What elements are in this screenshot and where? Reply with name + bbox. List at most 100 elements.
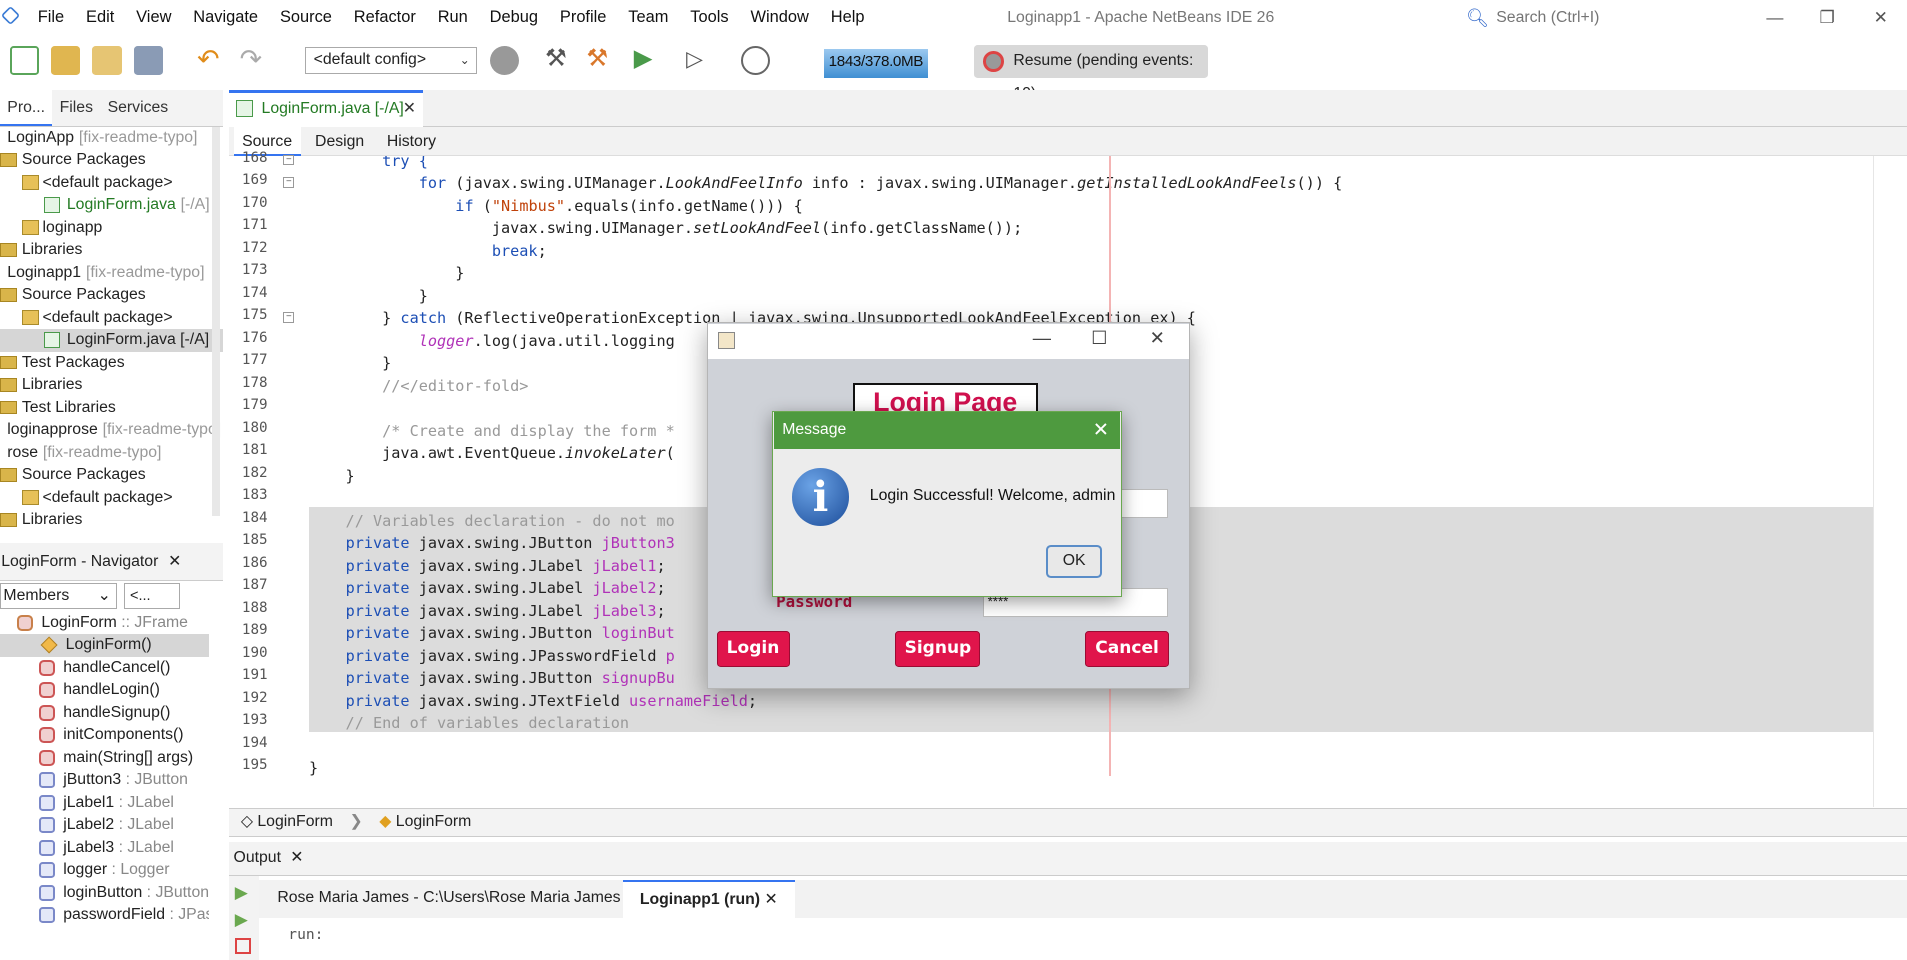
code-line[interactable]: } <box>309 465 355 488</box>
code-line[interactable]: } <box>309 757 318 780</box>
code-line[interactable]: } <box>309 285 428 308</box>
close-icon[interactable]: ✕ <box>1150 327 1165 349</box>
tree-node[interactable]: Test Packages <box>0 352 223 375</box>
search-input[interactable] <box>1491 4 1739 31</box>
menu-item-debug[interactable]: Debug <box>479 8 549 27</box>
code-line[interactable]: logger.log(java.util.logging <box>309 330 675 353</box>
rerun-icon[interactable]: ▶ <box>235 883 253 903</box>
output-tab-terminal[interactable]: Rose Maria James - C:\Users\Rose Maria J… <box>260 880 655 919</box>
menu-item-edit[interactable]: Edit <box>75 8 125 27</box>
clean-build-icon[interactable]: ⚒ <box>586 45 615 75</box>
tree-node[interactable]: Loginapp1 [fix-readme-typo] <box>0 262 223 285</box>
navigator-item[interactable]: initComponents() <box>0 724 209 747</box>
code-line[interactable]: //</editor-fold> <box>309 375 528 398</box>
navigator-item[interactable]: logger : Logger <box>0 859 209 882</box>
menu-item-file[interactable]: File <box>27 8 75 27</box>
navigator-item[interactable]: jButton3 : JButton <box>0 769 209 792</box>
code-line[interactable]: if ("Nimbus".equals(info.getName())) { <box>309 195 803 218</box>
save-all-icon[interactable] <box>133 46 163 76</box>
code-line[interactable]: private javax.swing.JLabel jLabel2; <box>309 577 666 600</box>
tree-node[interactable]: Source Packages <box>0 284 223 307</box>
close-tab-icon[interactable]: ✕ <box>403 93 416 126</box>
tree-node[interactable]: loginapprose [fix-readme-typo] <box>0 419 223 442</box>
menu-item-tools[interactable]: Tools <box>679 8 739 27</box>
navigator-item[interactable]: handleLogin() <box>0 679 209 702</box>
code-line[interactable]: private javax.swing.JPasswordField p <box>309 645 675 668</box>
debug-icon[interactable]: ▷ <box>686 46 715 75</box>
tab-loginform-java[interactable]: LoginForm.java [-/A] ✕ <box>228 90 424 127</box>
output-console[interactable]: run: <box>259 918 1907 960</box>
tree-node[interactable]: <default package> <box>0 307 223 330</box>
run-icon[interactable]: ▶ <box>634 45 663 75</box>
rerun-with-args-icon[interactable]: ▶ <box>235 910 253 930</box>
search-box[interactable]: 🔍︎ <box>1466 4 1739 31</box>
menu-item-run[interactable]: Run <box>427 8 479 27</box>
editor-scrollbar[interactable] <box>1873 155 1907 807</box>
undo-icon[interactable]: ↶ <box>197 46 226 75</box>
fold-icon[interactable]: − <box>283 177 295 188</box>
profile-icon[interactable] <box>740 46 771 76</box>
redo-icon[interactable]: ↷ <box>240 46 269 75</box>
username-field[interactable] <box>1119 489 1168 519</box>
close-icon[interactable]: ✕ <box>1854 0 1907 35</box>
output-tab-run[interactable]: Loginapp1 (run) ✕ <box>622 879 795 919</box>
code-line[interactable]: private javax.swing.JButton signupBu <box>309 667 675 690</box>
tree-node[interactable]: <default package> <box>0 172 223 195</box>
tree-node[interactable]: LoginForm.java [-/A] <box>0 329 223 352</box>
code-line[interactable]: // Variables declaration - do not mo <box>309 510 675 533</box>
navigator-item[interactable]: LoginForm :: JFrame <box>0 612 209 635</box>
code-line[interactable]: private javax.swing.JButton loginBut <box>309 622 675 645</box>
cancel-button[interactable]: Cancel <box>1085 631 1170 667</box>
menu-item-help[interactable]: Help <box>820 8 876 27</box>
code-line[interactable]: private javax.swing.JLabel jLabel3; <box>309 600 666 623</box>
tree-node[interactable]: <default package> <box>0 487 223 510</box>
tree-node[interactable]: Source Packages <box>0 464 223 487</box>
navigator-scope-select[interactable]: <... <box>124 582 181 610</box>
code-line[interactable]: } <box>309 262 464 285</box>
resume-button[interactable]: Resume (pending events: 10) <box>974 45 1208 102</box>
code-line[interactable]: } <box>309 352 391 375</box>
config-select[interactable]: <default config> ⌄ <box>305 47 477 75</box>
menu-item-source[interactable]: Source <box>269 8 343 27</box>
code-line[interactable]: private javax.swing.JTextField usernameF… <box>309 690 758 713</box>
tab-history[interactable]: History <box>378 127 444 156</box>
menu-item-navigate[interactable]: Navigate <box>182 8 269 27</box>
code-line[interactable]: for (javax.swing.UIManager.LookAndFeelIn… <box>309 172 1343 195</box>
dialog-close-icon[interactable]: ✕ <box>1088 412 1115 448</box>
menu-item-view[interactable]: View <box>125 8 182 27</box>
navigator-item[interactable]: jLabel2 : JLabel <box>0 814 209 837</box>
code-line[interactable]: private javax.swing.JLabel jLabel1; <box>309 555 666 578</box>
tree-node[interactable]: LoginForm.java [-/A] <box>0 194 223 217</box>
fold-icon[interactable]: − <box>283 154 295 166</box>
code-line[interactable]: /* Create and display the form * <box>309 420 675 443</box>
maximize-icon[interactable]: ❐ <box>1800 0 1854 35</box>
globe-icon[interactable] <box>490 46 520 76</box>
code-line[interactable]: break; <box>309 240 547 263</box>
new-project-icon[interactable] <box>51 46 81 76</box>
signup-button[interactable]: Signup <box>895 631 981 667</box>
tab-projects[interactable]: Pro... <box>0 90 53 126</box>
tree-node[interactable]: rose [fix-readme-typo] <box>0 442 223 465</box>
navigator-item[interactable]: passwordField : JPass <box>0 904 209 927</box>
code-line[interactable]: javax.swing.UIManager.setLookAndFeel(inf… <box>309 217 1022 240</box>
maximize-icon[interactable]: ☐ <box>1091 327 1107 349</box>
navigator-item[interactable]: jLabel1 : JLabel <box>0 792 209 815</box>
minimize-icon[interactable]: — <box>1033 327 1051 349</box>
projects-scrollbar[interactable] <box>211 126 221 516</box>
menu-item-profile[interactable]: Profile <box>549 8 617 27</box>
stop-icon[interactable] <box>234 937 251 954</box>
menu-item-window[interactable]: Window <box>740 8 820 27</box>
new-file-icon[interactable] <box>9 46 39 76</box>
navigator-item[interactable]: jLabel3 : JLabel <box>0 837 209 860</box>
code-line[interactable]: // End of variables declaration <box>309 712 629 735</box>
tab-design[interactable]: Design <box>307 127 373 156</box>
navigator-item[interactable]: loginButton : JButton <box>0 882 209 905</box>
login-button[interactable]: Login <box>716 631 790 667</box>
tree-node[interactable]: Source Packages <box>0 149 223 172</box>
tab-files[interactable]: Files <box>52 90 100 126</box>
open-project-icon[interactable] <box>92 46 122 76</box>
navigator-item[interactable]: main(String[] args) <box>0 747 209 770</box>
navigator-item[interactable]: LoginForm() <box>0 634 210 657</box>
output-close-icon[interactable]: ✕ <box>290 849 303 866</box>
tree-node[interactable]: Libraries <box>0 239 223 262</box>
